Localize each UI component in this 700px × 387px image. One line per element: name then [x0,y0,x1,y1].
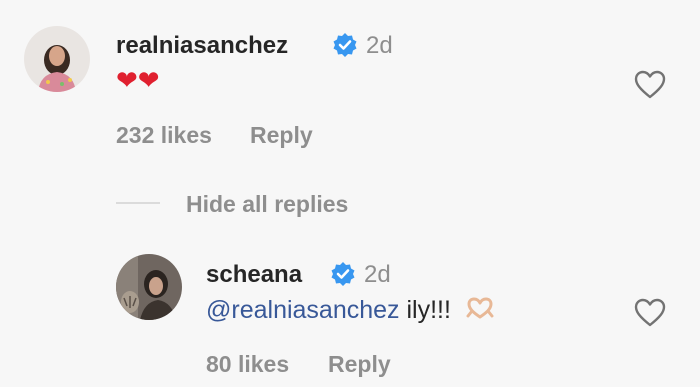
comment-text: ❤❤ [116,66,160,96]
heart-hands-emoji-icon [466,297,494,326]
likes-count[interactable]: 80 likes [206,351,289,378]
avatar-realniasanchez[interactable] [24,26,90,92]
mention-link[interactable]: @realniasanchez [206,296,400,324]
reply-text: @realniasanchez ily!!! [206,296,494,326]
avatar-scheana[interactable] [116,254,182,320]
reply-button[interactable]: Reply [250,122,313,149]
reply-username[interactable]: scheana [206,261,302,289]
likes-count[interactable]: 232 likes [116,122,212,149]
reply-text-body: ily!!! [399,296,451,324]
verified-badge-icon [332,32,358,63]
reply-timestamp: 2d [364,261,391,288]
like-heart-icon[interactable] [634,298,666,333]
comment-timestamp: 2d [366,32,393,59]
comment-username[interactable]: realniasanchez [116,32,288,60]
red-heart-emoji-text: ❤❤ [116,66,160,96]
replies-divider [116,202,160,204]
like-heart-icon[interactable] [634,70,666,105]
verified-badge-icon [330,261,356,292]
reply-button[interactable]: Reply [328,351,391,378]
hide-replies-button[interactable]: Hide all replies [186,191,348,218]
